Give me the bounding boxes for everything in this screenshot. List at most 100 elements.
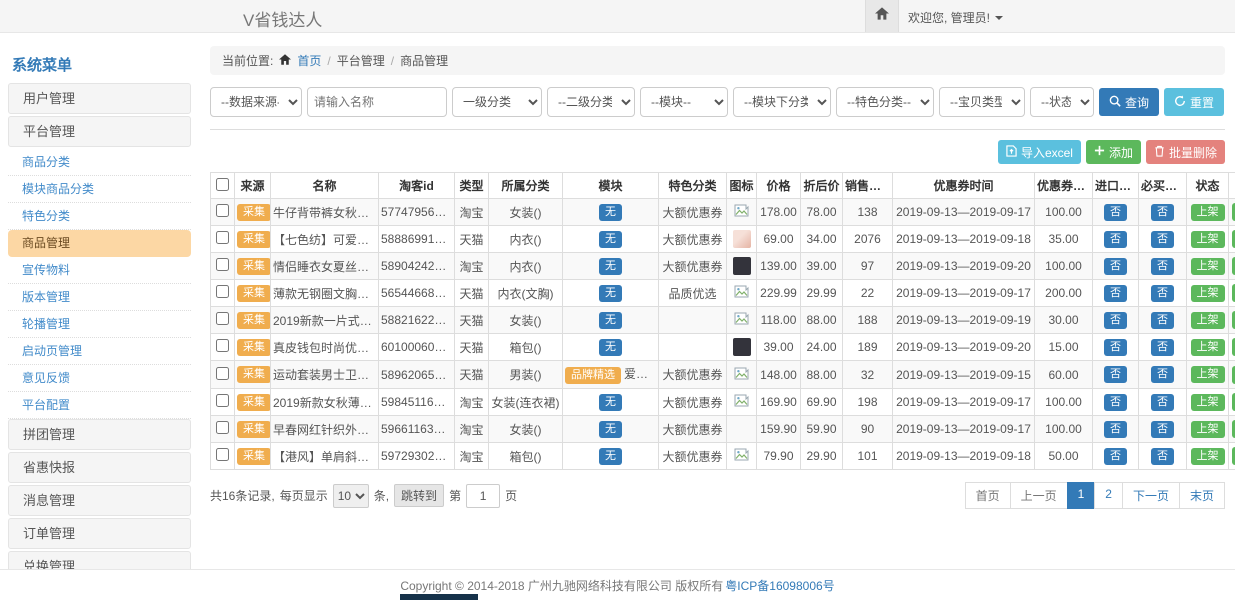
breadcrumb-prefix: 当前位置: (222, 52, 273, 69)
sidebar-item[interactable]: 平台配置 (8, 392, 191, 419)
import-optional-toggle[interactable]: 否 (1104, 421, 1127, 438)
filter-select-data-source[interactable]: --数据来源-- (210, 87, 302, 117)
must-buy-toggle[interactable]: 否 (1151, 312, 1174, 329)
jump-button[interactable]: 跳转到 (394, 484, 444, 507)
sidebar-item[interactable]: 拼团管理 (8, 419, 191, 450)
import-optional-toggle[interactable]: 否 (1104, 366, 1127, 383)
module-badge[interactable]: 无 (599, 204, 622, 221)
import-optional-toggle[interactable]: 否 (1104, 312, 1127, 329)
sidebar-item[interactable]: 宣传物料 (8, 257, 191, 284)
type-cell: 天猫 (455, 334, 489, 361)
status-badge[interactable]: 上架 (1191, 366, 1225, 383)
filter-select-special-category[interactable]: --特色分类-- (836, 87, 934, 117)
must-buy-toggle[interactable]: 否 (1151, 366, 1174, 383)
row-checkbox[interactable] (216, 285, 229, 298)
must-buy-toggle[interactable]: 否 (1151, 394, 1174, 411)
status-badge[interactable]: 上架 (1191, 204, 1225, 221)
module-badge[interactable]: 无 (599, 339, 622, 356)
batch-delete-button[interactable]: 批量删除 (1146, 140, 1225, 164)
filter-select-module[interactable]: --模块-- (640, 87, 728, 117)
sidebar-item[interactable]: 版本管理 (8, 284, 191, 311)
pager-button[interactable]: 末页 (1179, 482, 1225, 509)
sales-cell: 138 (843, 199, 893, 226)
search-button[interactable]: 查询 (1099, 88, 1159, 116)
sidebar-item[interactable]: 启动页管理 (8, 338, 191, 365)
row-checkbox[interactable] (216, 448, 229, 461)
pager-button[interactable]: 上一页 (1010, 482, 1068, 509)
import-optional-toggle[interactable]: 否 (1104, 285, 1127, 302)
per-page-select[interactable]: 10 (333, 484, 369, 508)
filter-select-status[interactable]: --状态-- (1030, 87, 1094, 117)
row-checkbox[interactable] (216, 231, 229, 244)
row-checkbox[interactable] (216, 258, 229, 271)
breadcrumb-home-link[interactable]: 首页 (297, 52, 321, 69)
filter-select-module-subcategory[interactable]: --模块下分类-- (733, 87, 831, 117)
jump-page-input[interactable] (466, 484, 500, 508)
module-badge[interactable]: 无 (599, 421, 622, 438)
sidebar-item[interactable]: 订单管理 (8, 518, 191, 549)
pager-button[interactable]: 2 (1094, 482, 1123, 509)
pager-button[interactable]: 首页 (965, 482, 1011, 509)
status-badge[interactable]: 上架 (1191, 231, 1225, 248)
sidebar-item[interactable]: 用户管理 (8, 83, 191, 114)
must-buy-toggle[interactable]: 否 (1151, 258, 1174, 275)
status-badge[interactable]: 上架 (1191, 448, 1225, 465)
module-badge[interactable]: 无 (599, 394, 622, 411)
coupon-amount-cell: 100.00 (1035, 416, 1093, 443)
reset-button[interactable]: 重置 (1164, 88, 1224, 116)
name-search-input[interactable] (307, 87, 447, 117)
import-optional-toggle[interactable]: 否 (1104, 339, 1127, 356)
module-badge[interactable]: 无 (599, 448, 622, 465)
must-buy-toggle[interactable]: 否 (1151, 448, 1174, 465)
sidebar-item[interactable]: 意见反馈 (8, 365, 191, 392)
must-buy-toggle[interactable]: 否 (1151, 285, 1174, 302)
pager-current-page[interactable]: 1 (1067, 482, 1096, 509)
source-cell: 采集 (235, 334, 271, 361)
status-badge[interactable]: 上架 (1191, 339, 1225, 356)
module-badge[interactable]: 无 (599, 312, 622, 329)
column-header: 名称 (271, 173, 379, 199)
sidebar-item[interactable]: 平台管理 (8, 116, 191, 147)
status-badge[interactable]: 上架 (1191, 285, 1225, 302)
sidebar-item[interactable]: 消息管理 (8, 485, 191, 516)
import-excel-button[interactable]: 导入excel (998, 140, 1081, 164)
must-buy-toggle[interactable]: 否 (1151, 421, 1174, 438)
filter-select-item-type[interactable]: --宝贝类型-- (939, 87, 1025, 117)
sidebar-item[interactable]: 省惠快报 (8, 452, 191, 483)
icp-link[interactable]: 粤ICP备16098006号 (725, 577, 834, 594)
status-badge[interactable]: 上架 (1191, 312, 1225, 329)
import-optional-toggle[interactable]: 否 (1104, 231, 1127, 248)
row-checkbox[interactable] (216, 339, 229, 352)
row-checkbox[interactable] (216, 394, 229, 407)
row-checkbox[interactable] (216, 421, 229, 434)
status-badge[interactable]: 上架 (1191, 421, 1225, 438)
must-buy-toggle[interactable]: 否 (1151, 231, 1174, 248)
home-button[interactable] (865, 0, 899, 32)
module-badge[interactable]: 品牌精选 (565, 367, 621, 384)
import-optional-toggle[interactable]: 否 (1104, 394, 1127, 411)
sidebar-item[interactable]: 模块商品分类 (8, 176, 191, 203)
status-badge[interactable]: 上架 (1191, 258, 1225, 275)
row-checkbox[interactable] (216, 312, 229, 325)
sidebar-item[interactable]: 特色分类 (8, 203, 191, 230)
must-buy-toggle[interactable]: 否 (1151, 204, 1174, 221)
sidebar-item[interactable]: 商品分类 (8, 149, 191, 176)
sidebar-item[interactable]: 轮播管理 (8, 311, 191, 338)
row-checkbox[interactable] (216, 204, 229, 217)
user-menu[interactable]: 欢迎您, 管理员! (908, 9, 1003, 26)
select-all-checkbox[interactable] (216, 178, 229, 191)
row-checkbox[interactable] (216, 367, 229, 380)
import-optional-toggle[interactable]: 否 (1104, 448, 1127, 465)
pager-button[interactable]: 下一页 (1122, 482, 1180, 509)
must-buy-toggle[interactable]: 否 (1151, 339, 1174, 356)
import-optional-toggle[interactable]: 否 (1104, 258, 1127, 275)
filter-select-level1-category[interactable]: 一级分类 (452, 87, 542, 117)
sidebar-item[interactable]: 商品管理 (8, 230, 191, 257)
module-badge[interactable]: 无 (599, 231, 622, 248)
import-optional-toggle[interactable]: 否 (1104, 204, 1127, 221)
module-badge[interactable]: 无 (599, 285, 622, 302)
filter-select-level2-category[interactable]: --二级分类-- (547, 87, 635, 117)
module-badge[interactable]: 无 (599, 258, 622, 275)
status-badge[interactable]: 上架 (1191, 394, 1225, 411)
add-button[interactable]: 添加 (1086, 140, 1141, 164)
